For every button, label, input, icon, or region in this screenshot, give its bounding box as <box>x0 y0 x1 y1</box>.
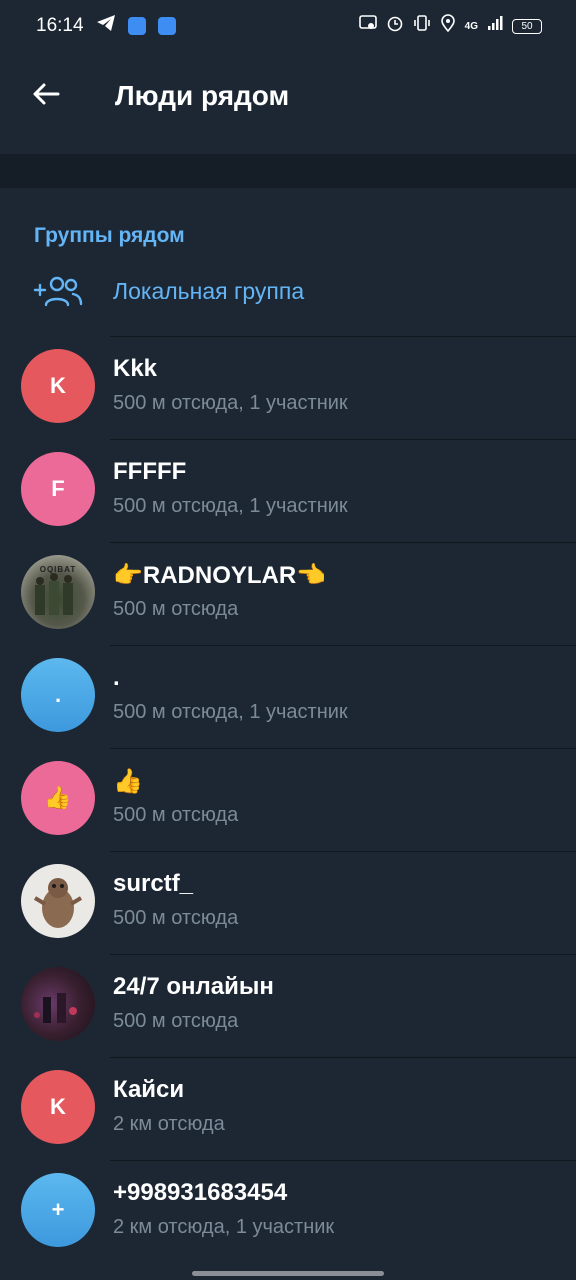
avatar-photo: OQIBAT <box>21 555 95 629</box>
list-item-group[interactable]: F FFFFF 500 м отсюда, 1 участник <box>0 439 576 542</box>
divider <box>110 645 576 646</box>
group-distance: 500 м отсюда <box>113 598 239 620</box>
avatar-photo <box>21 967 95 1041</box>
avatar-initial: K <box>50 373 66 398</box>
avatar-photo <box>21 864 95 938</box>
telegram-icon <box>96 14 116 38</box>
arrow-left-icon <box>32 82 60 111</box>
group-distance: 500 м отсюда, 1 участник <box>113 495 348 517</box>
app-notification-icon <box>127 17 146 35</box>
avatar: . <box>21 658 95 732</box>
app-notification-icon <box>157 17 176 35</box>
list-item-group[interactable]: + +998931683454 2 км отсюда, 1 участник <box>0 1160 576 1263</box>
avatar: K <box>21 1070 95 1144</box>
page-title: Люди рядом <box>115 80 290 111</box>
group-name: FFFFF <box>113 458 187 485</box>
group-name: 👍 <box>113 768 143 795</box>
create-local-group-button[interactable]: Локальная группа <box>0 250 576 336</box>
avatar-initial: 👍 <box>44 785 72 810</box>
group-distance: 500 м отсюда, 1 участник <box>113 701 348 723</box>
divider <box>110 748 576 749</box>
group-distance: 500 м отсюда <box>113 1010 239 1032</box>
battery-icon: 50 <box>512 18 542 34</box>
avatar-initial: K <box>50 1094 66 1119</box>
avatar: F <box>21 452 95 526</box>
divider <box>110 336 576 337</box>
divider <box>110 1160 576 1161</box>
app-header: Люди рядом <box>0 52 576 140</box>
add-group-icon <box>33 272 83 312</box>
divider <box>110 1057 576 1058</box>
group-distance: 500 м отсюда, 1 участник <box>113 392 348 414</box>
group-distance: 500 м отсюда <box>113 907 239 929</box>
group-name: 👉RADNOYLAR👈 <box>113 562 327 589</box>
back-button[interactable] <box>26 74 66 118</box>
home-indicator[interactable] <box>192 1271 384 1276</box>
group-name: +998931683454 <box>113 1179 288 1206</box>
group-distance: 2 км отсюда, 1 участник <box>113 1216 335 1238</box>
divider <box>110 851 576 852</box>
group-distance: 500 м отсюда <box>113 804 239 826</box>
avatar: 👍 <box>21 761 95 835</box>
cast-icon <box>358 15 377 37</box>
list-item-group[interactable]: K Кайси 2 км отсюда <box>0 1057 576 1160</box>
avatar-initial: + <box>51 1197 65 1222</box>
signal-icon <box>487 15 503 37</box>
avatar: K <box>21 349 95 423</box>
location-icon <box>440 14 456 38</box>
group-name: surctf_ <box>113 870 194 897</box>
status-time: 16:14 <box>36 15 84 36</box>
group-distance: 2 км отсюда <box>113 1113 225 1135</box>
avatar-initial: . <box>54 682 62 707</box>
alarm-icon <box>386 14 404 38</box>
group-name: Kkk <box>113 355 158 382</box>
section-title: Группы рядом <box>34 224 185 247</box>
list-item-group[interactable]: 24/7 онлайын 500 м отсюда <box>0 954 576 1057</box>
list-item-group[interactable]: surctf_ 500 м отсюда <box>0 851 576 954</box>
list-item-group[interactable]: K Kkk 500 м отсюда, 1 участник <box>0 336 576 439</box>
group-name: 24/7 онлайын <box>113 973 274 1000</box>
network-type: 4G <box>464 20 478 32</box>
local-group-label: Локальная группа <box>113 278 305 304</box>
divider <box>110 439 576 440</box>
group-name: . <box>113 664 120 691</box>
vibrate-icon <box>413 14 431 38</box>
avatar: + <box>21 1173 95 1247</box>
list-item-group[interactable]: . . 500 м отсюда, 1 участник <box>0 645 576 748</box>
list-item-group[interactable]: 👍 👍 500 м отсюда <box>0 748 576 851</box>
avatar-initial: F <box>51 476 65 501</box>
nearby-groups-list: K Kkk 500 м отсюда, 1 участник F FFFFF 5… <box>0 336 576 1263</box>
section-separator <box>0 154 576 188</box>
group-name: Кайси <box>113 1076 185 1103</box>
divider <box>110 542 576 543</box>
status-bar: 16:14 4G 50 <box>0 0 576 52</box>
divider <box>110 954 576 955</box>
list-item-group[interactable]: OQIBAT 👉RADNOYLAR👈 500 м отсюда <box>0 542 576 645</box>
